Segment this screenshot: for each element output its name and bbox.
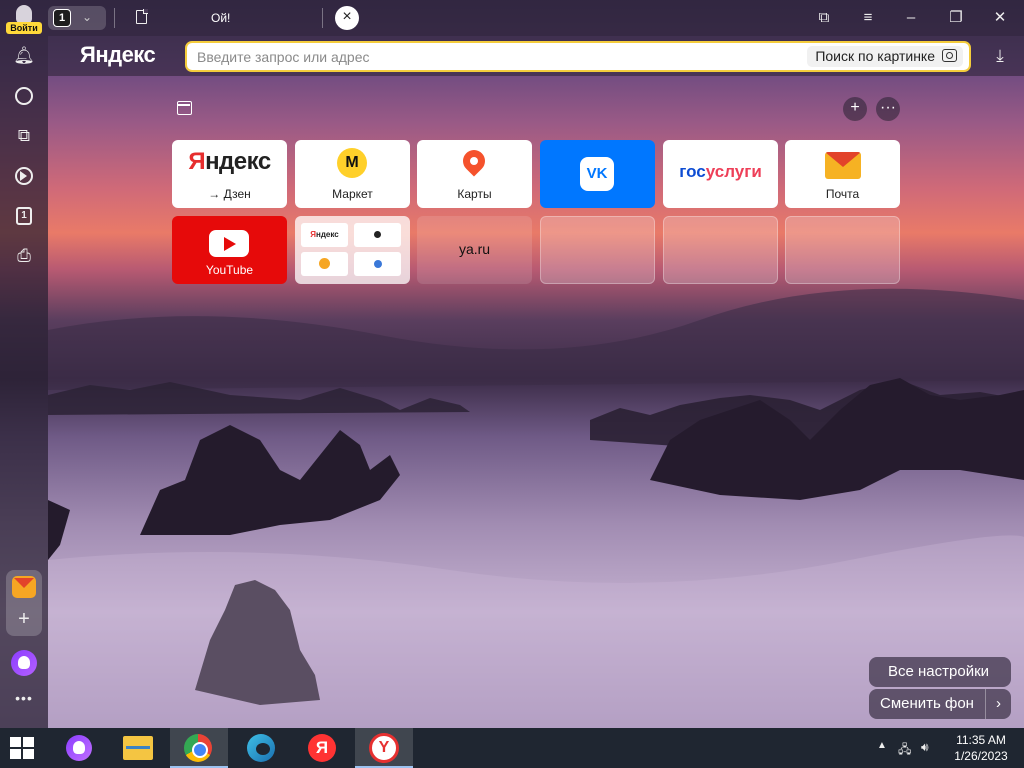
clock[interactable]: 11:35 AM 1/26/2023 [946,732,1016,764]
chevron-down-icon: ⌄ [82,10,93,24]
folder-icon [123,736,153,760]
mail-icon[interactable] [12,576,36,598]
omnibox-placeholder: Введите запрос или адрес [197,49,370,65]
notifications-bell-icon[interactable]: 🔔︎ [12,44,36,68]
user-avatar-icon [16,5,32,23]
tile-youtube[interactable]: YouTube [172,216,287,284]
tile-pochta[interactable]: Почта [785,140,900,208]
omnibox[interactable]: Введите запрос или адрес Поиск по картин… [185,41,971,72]
clock-date: 1/26/2023 [954,749,1008,763]
add-app-icon[interactable]: + [15,608,33,630]
minimize-icon[interactable]: – [898,6,924,30]
chevron-right-icon[interactable]: › [985,689,1011,719]
panel-toggle-icon[interactable] [177,101,192,115]
map-pin-icon [458,145,490,177]
tile-label: Почта [825,187,860,201]
tile-empty[interactable] [540,216,655,284]
market-icon: M [337,148,367,178]
divider [114,8,115,28]
login-label: Войти [6,22,42,34]
all-settings-button[interactable]: Все настройки [869,657,1011,687]
history-clock-icon[interactable] [12,84,36,108]
vk-logo-icon: VK [580,157,614,191]
close-window-icon[interactable]: ✕ [987,6,1013,30]
alice-icon [66,735,92,761]
all-settings-label: Все настройки [888,663,990,680]
video-play-icon[interactable] [12,164,36,188]
restore-icon[interactable]: ❐ [943,6,969,30]
tabs-count-icon[interactable]: 1 [12,204,36,228]
tile-market[interactable]: M Маркет [295,140,410,208]
mail-icon [825,152,861,179]
windows-start-icon[interactable] [10,737,34,759]
gosuslugi-wordmark: госуслуги [679,162,762,181]
taskbar-yandex[interactable]: Я [293,728,351,768]
clock-time: 11:35 AM [956,733,1006,747]
collections-icon[interactable]: ⧉ [12,124,36,148]
mini-tile-yandex: Яндекс [301,223,348,247]
alice-icon[interactable] [11,650,37,676]
tab-active[interactable]: Ой! [126,4,316,32]
tile-group[interactable]: Яндекс [295,216,410,284]
edge-icon [247,734,275,762]
account-button[interactable]: Войти [6,3,42,34]
screenshot-camera-icon[interactable]: ⎙ [12,244,36,268]
tile-label: → Дзен [208,187,251,201]
volume-icon[interactable]: 🔊︎ [921,740,929,755]
tile-label: Карты [457,187,492,201]
tile-label: Маркет [332,187,373,201]
taskbar-yandex-browser[interactable]: Y [355,728,413,768]
wallpaper [0,0,1024,728]
taskbar-chrome[interactable] [170,728,228,768]
image-search-button[interactable]: Поиск по картинке [807,46,963,67]
add-tile-button[interactable]: + [843,97,867,121]
tabs-counter-button[interactable]: 1 ⌄ [48,6,106,30]
tile-label: ya.ru [458,241,491,257]
bookmarks-icon[interactable]: ⧉ [811,6,837,30]
mini-tile-music [354,252,401,276]
tile-ya-ru[interactable]: ya.ru [417,216,532,284]
taskbar-explorer[interactable] [108,728,166,768]
tile-empty[interactable] [785,216,900,284]
network-icon[interactable]: 🖧︎ [898,740,911,761]
tile-yandex[interactable]: Яндекс → Дзен [172,140,287,208]
tile-maps[interactable]: Карты [417,140,532,208]
youtube-play-icon [209,230,249,257]
yandex-icon: Я [308,734,336,762]
yandex-browser-icon: Y [369,733,399,763]
yandex-wordmark: Яндекс [188,148,271,175]
title-bar: Войти 1 ⌄ Ой! × ⧉ ≡ – ❐ ✕ [0,0,1024,36]
tile-label: YouTube [205,263,254,277]
tray-expand-icon[interactable]: ▲ [877,740,887,751]
close-tab-icon[interactable]: × [335,6,359,30]
tab-count: 1 [53,9,71,27]
chrome-icon [184,734,212,762]
more-icon[interactable]: ••• [12,690,36,706]
menu-icon[interactable]: ≡ [855,6,881,30]
tile-gosuslugi[interactable]: госуслуги [663,140,778,208]
taskbar-alice[interactable] [48,728,106,768]
tab-title: Ой! [211,11,231,25]
document-icon [136,9,148,24]
camera-icon [942,49,957,62]
mini-tile-zen [301,252,348,276]
tile-empty[interactable] [663,216,778,284]
sidebar-app-panel: + [6,570,42,636]
tile-vk[interactable]: VK [540,140,655,208]
change-background-button[interactable]: Сменить фон › [869,689,1011,719]
taskbar-edge[interactable] [232,728,290,768]
divider [322,8,323,28]
yandex-logo[interactable]: Яндекс [80,42,156,68]
mini-tile-kinopoisk [354,223,401,247]
change-background-label: Сменить фон [880,695,974,712]
download-icon[interactable]: ⤓ [990,46,1010,66]
more-options-button[interactable]: ··· [876,97,900,121]
taskbar: Я Y ▲ 🖧︎ 🔊︎ 11:35 AM 1/26/2023 [0,728,1024,768]
image-search-label: Поиск по картинке [815,48,935,64]
